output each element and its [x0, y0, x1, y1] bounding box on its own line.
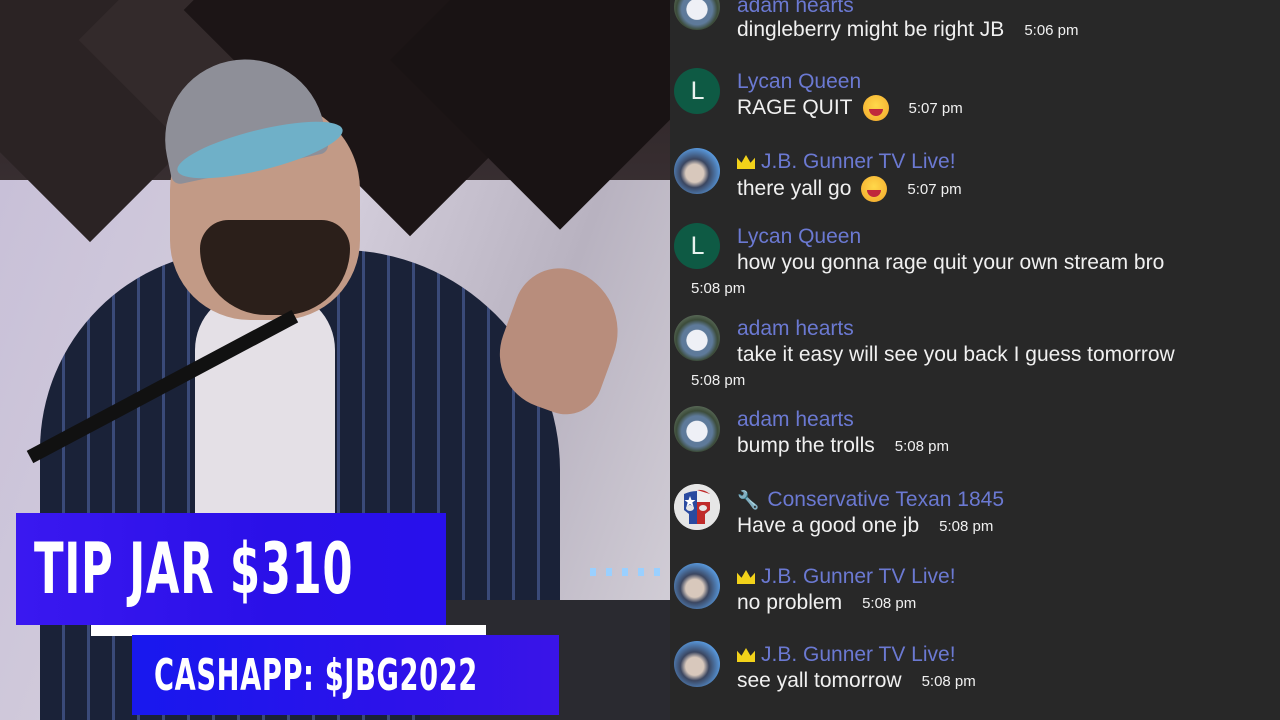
- jb-avatar: [674, 148, 720, 194]
- chat-text: take it easy will see you back I guess t…: [737, 343, 1175, 366]
- chat-username: Lycan Queen: [737, 225, 862, 248]
- chat-username: 🔧 Conservative Texan 1845: [737, 488, 1005, 511]
- chat-username: adam hearts: [737, 0, 854, 17]
- chat-text: Have a good one jb 5:08 pm: [737, 514, 994, 537]
- chat-timestamp: 5:08 pm: [862, 594, 917, 612]
- chat-timestamp: 5:08 pm: [691, 372, 746, 389]
- live-chat-panel: adam hearts dingleberry might be right J…: [670, 0, 1280, 720]
- cashapp-banner: CASHAPP: $JBG2022: [132, 635, 559, 715]
- chat-username: Lycan Queen: [737, 70, 862, 93]
- texan-skull-avatar: [674, 484, 720, 530]
- chat-timestamp: 5:08 pm: [691, 280, 746, 297]
- car-avatar: [674, 315, 720, 361]
- chat-timestamp: 5:07 pm: [907, 180, 962, 198]
- letter-avatar: L: [674, 68, 720, 114]
- chat-text: see yall tomorrow 5:08 pm: [737, 669, 976, 692]
- tip-jar-label: TIP JAR $310: [34, 528, 354, 610]
- car-avatar: [674, 0, 720, 30]
- chat-username: adam hearts: [737, 317, 854, 340]
- car-avatar: [674, 406, 720, 452]
- chat-timestamp: 5:06 pm: [1024, 21, 1079, 39]
- tip-jar-banner: TIP JAR $310: [16, 513, 446, 625]
- led-strip: [590, 568, 660, 576]
- chat-username: J.B. Gunner TV Live!: [737, 565, 956, 589]
- jb-avatar: [674, 563, 720, 609]
- chat-username: J.B. Gunner TV Live!: [737, 643, 956, 667]
- chat-timestamp: 5:08 pm: [894, 437, 949, 455]
- laughing-emoji-icon: [862, 95, 889, 121]
- chat-text: there yall go 5:07 pm: [737, 176, 962, 202]
- chat-timestamp: 5:08 pm: [921, 672, 976, 690]
- chat-text: RAGE QUIT 5:07 pm: [737, 95, 963, 121]
- wrench-icon: 🔧: [737, 489, 760, 510]
- cashapp-label: CASHAPP: $JBG2022: [154, 649, 478, 701]
- crown-icon: [737, 155, 755, 169]
- chat-username: J.B. Gunner TV Live!: [737, 150, 956, 174]
- chat-username: adam hearts: [737, 408, 854, 431]
- chat-text: no problem 5:08 pm: [737, 591, 917, 614]
- jb-avatar: [674, 641, 720, 687]
- crown-icon: [737, 648, 755, 662]
- winking-tongue-emoji-icon: [861, 176, 888, 202]
- chat-timestamp: 5:08 pm: [939, 517, 994, 535]
- chat-text: how you gonna rage quit your own stream …: [737, 251, 1165, 274]
- chat-text: dingleberry might be right JB 5:06 pm: [737, 18, 1079, 41]
- chat-text: bump the trolls 5:08 pm: [737, 434, 949, 457]
- crown-icon: [737, 570, 755, 584]
- letter-avatar: L: [674, 223, 720, 269]
- chat-timestamp: 5:07 pm: [908, 99, 963, 117]
- punisher-skull-icon: [674, 484, 720, 530]
